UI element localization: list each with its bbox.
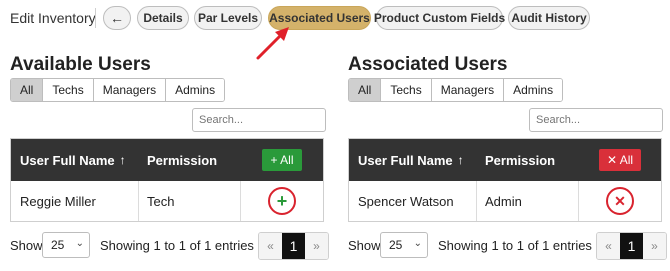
column-header-name[interactable]: User Full Name ↑ [349, 139, 477, 181]
table-row: Spencer Watson Admin ✕ [349, 181, 661, 221]
associated-users-table: User Full Name ↑ Permission ✕ All Spence… [348, 138, 662, 222]
top-bar: Edit Inventory ← Details Par Levels Asso… [0, 0, 670, 36]
filter-managers[interactable]: Managers [93, 79, 167, 101]
next-page-button[interactable]: » [643, 233, 666, 259]
available-users-table: User Full Name ↑ Permission + All Reggie… [10, 138, 324, 222]
table-row: Reggie Miller Tech + [11, 181, 323, 221]
page-size-select[interactable]: 25 ⌄ [42, 232, 90, 258]
column-header-permission[interactable]: Permission [139, 139, 241, 181]
action-cell: ✕ [579, 181, 661, 221]
available-users-title: Available Users [10, 54, 151, 75]
permission-cell: Admin [477, 181, 579, 221]
user-name-cell: Spencer Watson [349, 181, 477, 221]
column-header-permission[interactable]: Permission [477, 139, 579, 181]
tab-audit-history[interactable]: Audit History [508, 6, 590, 30]
page-size-select[interactable]: 25 ⌄ [380, 232, 428, 258]
entries-info: Showing 1 to 1 of 1 entries [100, 238, 254, 253]
filter-admins[interactable]: Admins [504, 79, 563, 101]
pagination: « 1 » [596, 232, 667, 260]
action-cell: + [241, 181, 323, 221]
filter-group: All Techs Managers Admins [348, 78, 564, 102]
tab-product-custom-fields[interactable]: Product Custom Fields [374, 6, 505, 30]
column-header-action: ✕ All [579, 139, 661, 181]
sort-ascending-icon: ↑ [119, 153, 126, 167]
divider [95, 8, 96, 28]
table-header: User Full Name ↑ Permission + All [11, 139, 323, 181]
remove-icon: ✕ [614, 193, 626, 209]
column-header-name[interactable]: User Full Name ↑ [11, 139, 139, 181]
add-all-button[interactable]: + All [262, 149, 302, 171]
show-label: Show [10, 238, 43, 253]
page-title: Edit Inventory [10, 10, 96, 26]
next-page-button[interactable]: » [305, 233, 328, 259]
filter-techs[interactable]: Techs [381, 79, 432, 101]
filter-all[interactable]: All [11, 79, 44, 101]
add-icon: + [276, 191, 288, 211]
add-user-button[interactable]: + [268, 187, 296, 215]
page-1-button[interactable]: 1 [620, 233, 643, 259]
filter-techs[interactable]: Techs [43, 79, 94, 101]
tab-par-levels[interactable]: Par Levels [194, 6, 262, 30]
page-1-button[interactable]: 1 [282, 233, 305, 259]
remove-all-button[interactable]: ✕ All [598, 149, 642, 171]
back-button[interactable]: ← [103, 6, 131, 30]
associated-users-title: Associated Users [348, 54, 508, 75]
table-footer: Show 25 ⌄ Showing 1 to 1 of 1 entries « … [348, 232, 667, 260]
user-name-cell: Reggie Miller [11, 181, 139, 221]
chevron-down-icon: ⌄ [413, 238, 422, 249]
pagination: « 1 » [258, 232, 329, 260]
previous-page-button[interactable]: « [259, 233, 282, 259]
search-input[interactable] [192, 108, 326, 132]
filter-group: All Techs Managers Admins [10, 78, 226, 102]
tab-details[interactable]: Details [137, 6, 189, 30]
filter-all[interactable]: All [349, 79, 382, 101]
chevron-down-icon: ⌄ [75, 238, 84, 249]
sort-ascending-icon: ↑ [457, 153, 464, 167]
permission-cell: Tech [139, 181, 241, 221]
column-header-action: + All [241, 139, 323, 181]
remove-user-button[interactable]: ✕ [606, 187, 634, 215]
previous-page-button[interactable]: « [597, 233, 620, 259]
filter-managers[interactable]: Managers [431, 79, 505, 101]
back-arrow-icon: ← [110, 10, 124, 26]
show-label: Show [348, 238, 381, 253]
entries-info: Showing 1 to 1 of 1 entries [438, 238, 592, 253]
table-header: User Full Name ↑ Permission ✕ All [349, 139, 661, 181]
available-users-panel: Available Users All Techs Managers Admin… [10, 52, 329, 267]
search-input[interactable] [529, 108, 663, 132]
associated-users-panel: Associated Users All Techs Managers Admi… [348, 52, 667, 267]
table-footer: Show 25 ⌄ Showing 1 to 1 of 1 entries « … [10, 232, 329, 260]
filter-admins[interactable]: Admins [166, 79, 225, 101]
